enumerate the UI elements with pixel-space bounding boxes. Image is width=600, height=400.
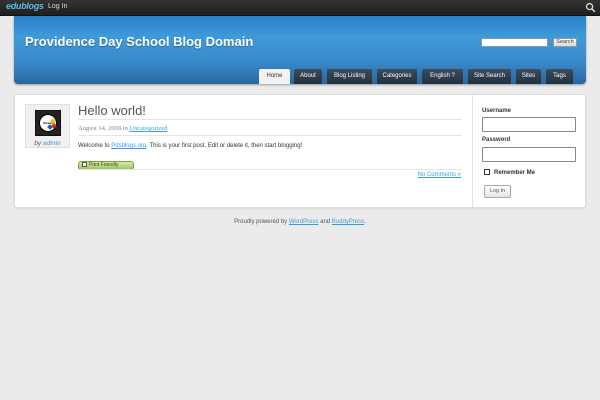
admin-login-link[interactable]: Log In bbox=[48, 3, 67, 10]
username-label: Username bbox=[482, 108, 512, 114]
comments-link[interactable]: No Comments » bbox=[418, 172, 461, 178]
site-header: Providence Day School Blog Domain Search… bbox=[14, 16, 586, 84]
divider bbox=[78, 119, 462, 120]
buddypress-link[interactable]: BuddyPress bbox=[332, 219, 364, 225]
tab-home[interactable]: Home bbox=[259, 69, 290, 84]
site-footer: Proudly powered by WordPress and BuddyPr… bbox=[234, 219, 366, 225]
tab-english[interactable]: English ? bbox=[422, 69, 463, 84]
tab-categories[interactable]: Categories bbox=[377, 69, 417, 84]
tab-sites[interactable]: Sites bbox=[516, 69, 541, 84]
author-link[interactable]: admin bbox=[43, 140, 61, 147]
remember-checkbox[interactable] bbox=[484, 169, 490, 175]
post-body: Welcome to Pdsblogs.org. This is your fi… bbox=[78, 143, 303, 149]
category-link[interactable]: Uncategorized bbox=[129, 125, 167, 132]
remember-me[interactable]: Remember Me bbox=[484, 169, 535, 176]
divider bbox=[78, 135, 462, 136]
search-icon[interactable] bbox=[585, 2, 596, 13]
tab-blog-listing[interactable]: Blog Listing bbox=[327, 69, 372, 84]
site-title[interactable]: Providence Day School Blog Domain bbox=[25, 34, 253, 49]
search-button[interactable]: Search bbox=[553, 38, 577, 47]
printer-icon bbox=[82, 162, 87, 167]
username-field[interactable] bbox=[482, 117, 576, 132]
edublogs-logo[interactable]: edublogs bbox=[6, 1, 44, 11]
admin-bar: edublogs Log In bbox=[0, 0, 600, 16]
divider bbox=[78, 169, 462, 170]
wordpress-link[interactable]: WordPress bbox=[289, 219, 319, 225]
pdsblogs-link[interactable]: Pdsblogs.org bbox=[111, 143, 146, 149]
tab-tags[interactable]: Tags bbox=[546, 69, 573, 84]
content-panel: Steelers by admin Hello world! August 14… bbox=[14, 94, 586, 208]
avatar[interactable]: Steelers bbox=[35, 110, 61, 136]
tab-about[interactable]: About bbox=[294, 69, 322, 84]
sidebar-divider bbox=[472, 95, 473, 207]
search-input[interactable] bbox=[481, 38, 548, 47]
post-byline: by admin bbox=[34, 140, 61, 147]
tab-site-search[interactable]: Site Search bbox=[468, 69, 511, 84]
steelers-logo-icon: Steelers bbox=[39, 114, 57, 132]
password-label: Password bbox=[482, 137, 511, 143]
login-button[interactable]: Log In bbox=[484, 185, 511, 198]
password-field[interactable] bbox=[482, 147, 576, 162]
post-meta: August 14, 2008 in Uncategorized bbox=[78, 125, 168, 132]
post-title[interactable]: Hello world! bbox=[78, 103, 146, 118]
main-nav: Home About Blog Listing Categories Engli… bbox=[14, 69, 586, 84]
